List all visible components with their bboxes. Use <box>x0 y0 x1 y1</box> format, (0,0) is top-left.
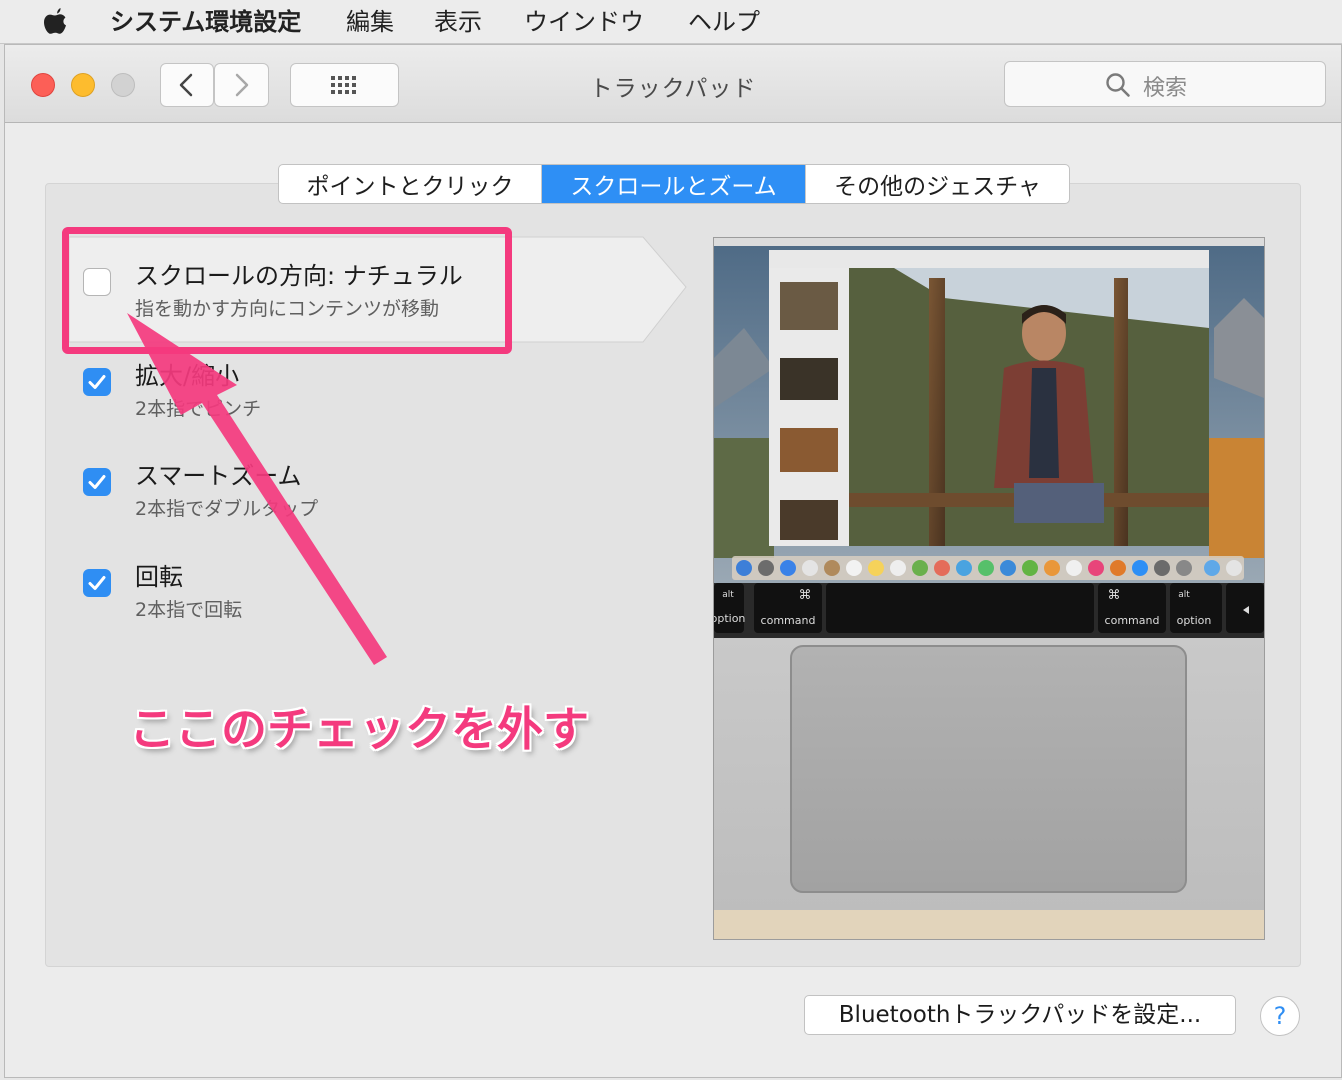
preview-illustration: alt option ⌘ command ⌘ command alt optio… <box>714 238 1264 939</box>
help-button[interactable]: ? <box>1260 996 1300 1036</box>
checkmark-icon <box>88 375 106 389</box>
annotation-highlight-box <box>62 227 512 354</box>
tab-scroll-and-zoom[interactable]: スクロールとズーム <box>542 165 806 203</box>
checkmark-icon <box>88 576 106 590</box>
search-placeholder: 検索 <box>1143 76 1188 101</box>
bluetooth-trackpad-setup-button[interactable]: Bluetoothトラックパッドを設定... <box>804 995 1236 1035</box>
zoom-checkbox[interactable] <box>83 368 111 396</box>
checkmark-icon <box>88 475 106 489</box>
option-title: 拡大/縮小 <box>135 362 240 390</box>
key-alt-right: alt <box>1178 590 1190 600</box>
apple-menu-icon[interactable] <box>40 6 70 38</box>
title-bar: トラックパッド 検索 <box>5 45 1341 123</box>
menu-app-name[interactable]: システム環境設定 <box>110 6 301 38</box>
search-icon <box>1106 73 1130 97</box>
menu-help[interactable]: ヘルプ <box>688 6 760 38</box>
option-subtitle: 2本指でダブルタップ <box>135 498 319 520</box>
key-cmd-symbol-left: ⌘ <box>799 588 812 603</box>
key-cmd-symbol-right: ⌘ <box>1108 588 1121 603</box>
key-command-left: command <box>761 614 816 627</box>
option-subtitle: 2本指で回転 <box>135 599 243 621</box>
tab-bar: ポイントとクリック スクロールとズーム その他のジェスチャ <box>278 164 1070 204</box>
gesture-preview: alt option ⌘ command ⌘ command alt optio… <box>713 237 1265 940</box>
preferences-window: トラックパッド 検索 ポイントとクリック スクロールとズーム その他のジェスチャ… <box>4 44 1342 1078</box>
option-title: 回転 <box>135 563 183 591</box>
menu-edit[interactable]: 編集 <box>346 6 394 38</box>
menu-view[interactable]: 表示 <box>434 6 482 38</box>
smart-zoom-checkbox[interactable] <box>83 468 111 496</box>
annotation-text: ここのチェックを外す <box>129 702 589 756</box>
option-subtitle: 2本指でピンチ <box>135 398 262 420</box>
option-title: スマートズーム <box>135 462 302 490</box>
menu-window[interactable]: ウインドウ <box>524 6 644 38</box>
tab-point-and-click[interactable]: ポイントとクリック <box>279 165 542 203</box>
tab-more-gestures[interactable]: その他のジェスチャ <box>806 165 1069 203</box>
key-alt-left: alt <box>722 590 734 600</box>
menu-bar: システム環境設定 編集 表示 ウインドウ ヘルプ <box>0 0 1342 44</box>
key-option-left: option <box>714 612 745 625</box>
key-command-right: command <box>1105 614 1160 627</box>
rotate-checkbox[interactable] <box>83 569 111 597</box>
key-option-right: option <box>1177 614 1212 627</box>
search-input[interactable]: 検索 <box>1004 61 1326 107</box>
